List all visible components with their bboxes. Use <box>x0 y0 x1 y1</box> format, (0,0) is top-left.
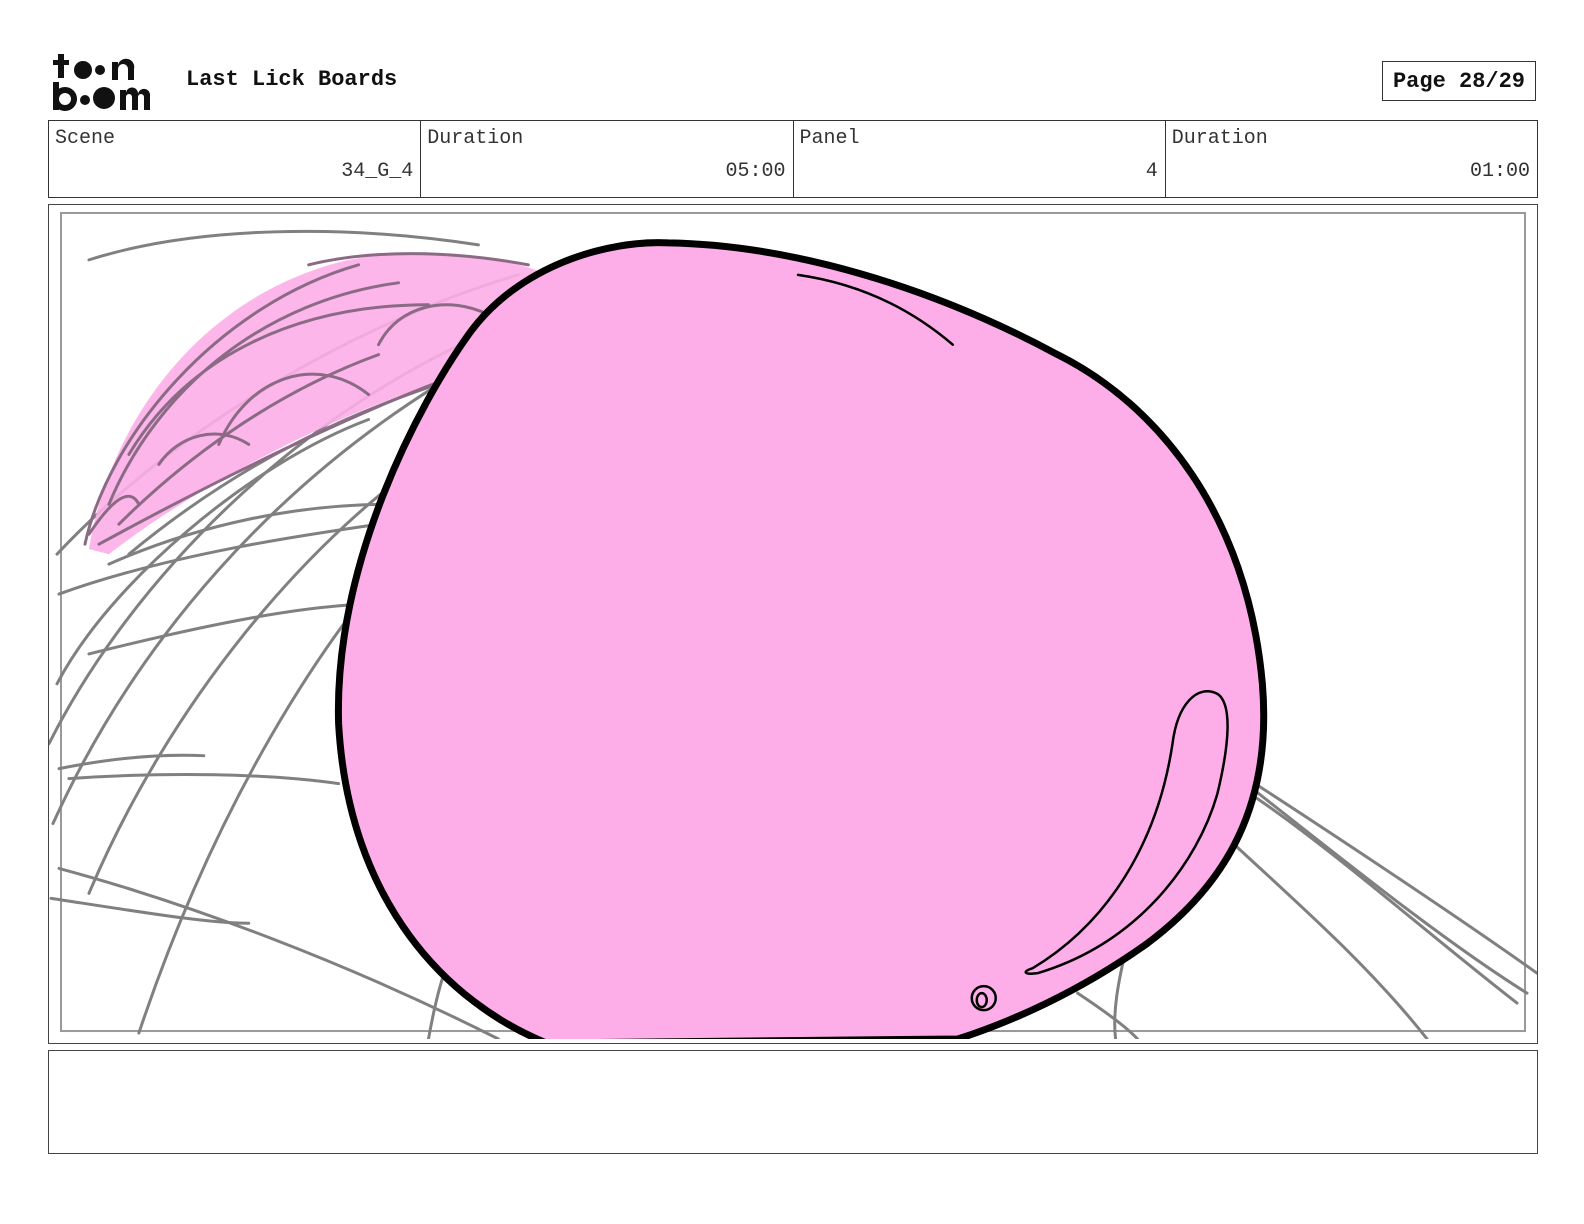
page-indicator: Page 28/29 <box>1382 61 1536 101</box>
toonboom-logo-icon <box>52 52 164 112</box>
scene-duration-cell: Duration 05:00 <box>420 121 792 197</box>
panel-value: 4 <box>1145 160 1158 183</box>
panel-label: Panel <box>799 127 860 150</box>
scene-label: Scene <box>55 127 116 150</box>
panel-cell: Panel 4 <box>792 121 1165 197</box>
scene-value: 34_G_4 <box>341 160 414 183</box>
scene-duration-label: Duration <box>427 127 524 150</box>
storyboard-panel <box>48 204 1538 1044</box>
pink-blob <box>335 239 1268 1040</box>
panel-drawing <box>49 211 1537 1040</box>
scene-duration-value: 05:00 <box>725 160 786 183</box>
panel-duration-value: 01:00 <box>1469 160 1530 183</box>
document-title: Last Lick Boards <box>186 67 398 92</box>
scene-info-table: Scene 34_G_4 Duration 05:00 Panel 4 Dura… <box>48 120 1538 198</box>
panel-duration-label: Duration <box>1171 127 1268 150</box>
panel-duration-cell: Duration 01:00 <box>1164 121 1537 197</box>
panel-notes <box>48 1050 1538 1154</box>
scene-cell: Scene 34_G_4 <box>49 121 420 197</box>
